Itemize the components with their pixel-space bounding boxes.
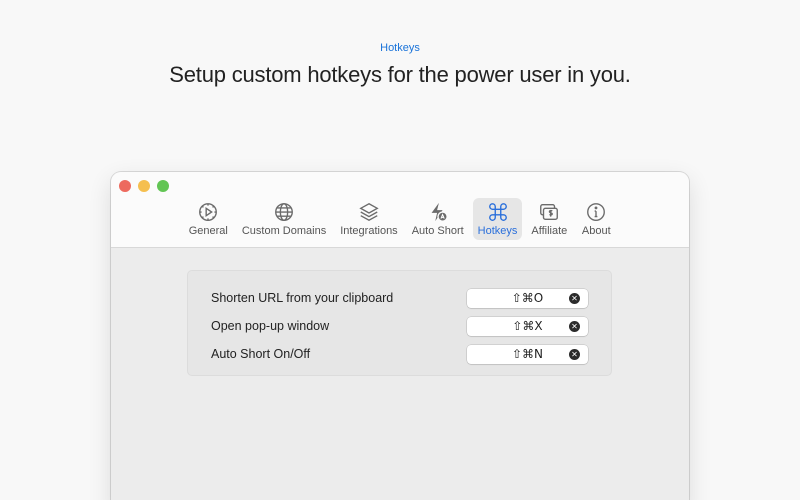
info-icon bbox=[587, 203, 606, 221]
hotkey-label: Open pop-up window bbox=[211, 319, 330, 333]
bolt-a-icon bbox=[431, 202, 448, 222]
hotkey-row: Open pop-up window ⇧⌘X ✕ bbox=[211, 312, 588, 340]
tab-auto-short[interactable]: Auto Short bbox=[407, 198, 469, 240]
tab-about[interactable]: About bbox=[576, 198, 616, 240]
shortcut-keys: ⇧⌘O bbox=[511, 291, 544, 305]
command-icon bbox=[488, 203, 507, 221]
hotkeys-panel: Shorten URL from your clipboard ⇧⌘O ✕ Op… bbox=[187, 270, 612, 376]
clear-shortcut-icon[interactable]: ✕ bbox=[569, 348, 580, 360]
layers-icon bbox=[359, 202, 379, 222]
tab-label: Affiliate bbox=[531, 225, 568, 237]
tab-custom-domains[interactable]: Custom Domains bbox=[237, 198, 331, 240]
tab-label: Auto Short bbox=[411, 225, 464, 237]
hotkey-label: Auto Short On/Off bbox=[211, 347, 311, 361]
minimize-window-button[interactable] bbox=[138, 180, 150, 192]
clear-shortcut-icon[interactable]: ✕ bbox=[569, 292, 580, 304]
tab-label: Integrations bbox=[340, 225, 398, 237]
gauge-icon bbox=[199, 203, 218, 221]
preferences-window: General Custom Domains Integrations Auto… bbox=[111, 172, 689, 500]
hero-tag: Hotkeys bbox=[380, 42, 420, 54]
globe-icon bbox=[275, 203, 293, 221]
tab-general[interactable]: General bbox=[184, 198, 233, 240]
shortcut-recorder[interactable]: ⇧⌘N ✕ bbox=[467, 344, 588, 364]
tab-hotkeys[interactable]: Hotkeys bbox=[472, 198, 523, 240]
hotkey-label: Shorten URL from your clipboard bbox=[211, 291, 394, 305]
maximize-window-button[interactable] bbox=[157, 180, 169, 192]
window-titlebar: General Custom Domains Integrations Auto… bbox=[111, 172, 689, 248]
close-window-button[interactable] bbox=[119, 180, 131, 192]
shortcut-recorder[interactable]: ⇧⌘O ✕ bbox=[467, 288, 588, 308]
tab-label: About bbox=[581, 225, 611, 237]
shortcut-keys: ⇧⌘N bbox=[511, 347, 544, 361]
tab-integrations[interactable]: Integrations bbox=[335, 198, 402, 240]
hero-title: Setup custom hotkeys for the power user … bbox=[169, 62, 631, 87]
clear-shortcut-icon[interactable]: ✕ bbox=[569, 320, 580, 332]
tab-affiliate[interactable]: Affiliate bbox=[526, 198, 572, 240]
shortcut-recorder[interactable]: ⇧⌘X ✕ bbox=[467, 316, 588, 336]
traffic-lights bbox=[119, 180, 169, 192]
hotkey-row: Shorten URL from your clipboard ⇧⌘O ✕ bbox=[211, 284, 588, 312]
shortcut-keys: ⇧⌘X bbox=[512, 319, 543, 333]
dollar-bill-icon bbox=[540, 203, 559, 221]
preferences-toolbar: General Custom Domains Integrations Auto… bbox=[111, 198, 689, 240]
hotkey-row: Auto Short On/Off ⇧⌘N ✕ bbox=[211, 340, 588, 368]
tab-label: General bbox=[188, 225, 228, 237]
tab-label: Custom Domains bbox=[241, 225, 327, 237]
tab-label: Hotkeys bbox=[477, 225, 518, 237]
